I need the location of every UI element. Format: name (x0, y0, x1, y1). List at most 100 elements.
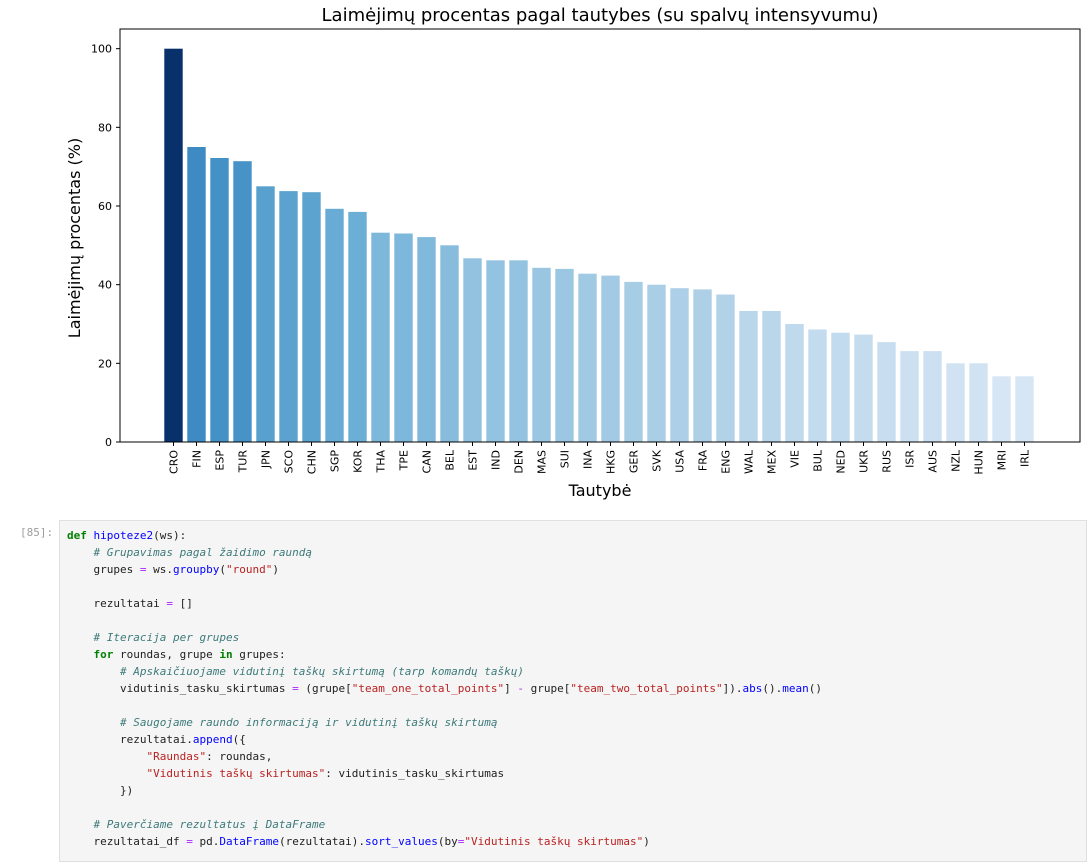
bar-irl (1015, 376, 1034, 442)
code-token: pd. (192, 835, 220, 848)
x-tick-label: SVK (651, 449, 664, 472)
code-token: grupes (67, 563, 140, 576)
code-line: "Raundas": roundas, (67, 748, 822, 765)
bar-ina (578, 273, 597, 442)
bar-bul (808, 329, 827, 442)
bar-jpn (256, 186, 275, 442)
code-token: ] (504, 682, 518, 695)
x-tick-label: TPE (398, 450, 411, 471)
code-token: # Iteracija per grupes (93, 631, 240, 644)
x-tick-label: NZL (950, 449, 963, 472)
code-token: (by (437, 835, 458, 848)
code-token: sort_values (365, 835, 438, 848)
bar-vie (785, 324, 804, 442)
code-token: # Apskaičiuojame vidutinį taškų skirtumą… (119, 665, 524, 678)
x-tick-label: UKR (858, 450, 871, 473)
x-tick-label: TUR (237, 450, 250, 474)
y-tick-label: 100 (91, 43, 112, 56)
x-tick-label: THA (375, 450, 388, 474)
code-token: # Grupavimas pagal žaidimo raundą (93, 546, 313, 559)
x-tick-label: CAN (421, 450, 434, 473)
bar-nzl (946, 363, 965, 442)
x-tick-label: HKG (605, 450, 618, 474)
code-token: # Paverčiame rezultatus į DataFrame (93, 818, 326, 831)
code-line: "Vidutinis taškų skirtumas": vidutinis_t… (67, 765, 822, 782)
code-token: abs (742, 682, 763, 695)
code-token: ({ (232, 733, 246, 746)
code-token: = (292, 682, 299, 695)
code-token: "Vidutinis taškų skirtumas" (464, 835, 644, 848)
code-token: [] (172, 597, 193, 610)
code-token: : vidutinis_tasku_skirtumas (325, 767, 505, 780)
x-tick-label: ISR (904, 450, 917, 468)
code-token: rezultatai_df (67, 835, 187, 848)
code-line: rezultatai.append({ (67, 731, 822, 748)
bar-mri (992, 376, 1011, 442)
x-tick-label: JPN (260, 450, 273, 469)
code-token: grupe[ (523, 682, 571, 695)
x-tick-label: MAS (536, 450, 549, 474)
y-tick-label: 60 (98, 200, 112, 213)
x-tick-label: IRL (1019, 449, 1032, 467)
y-tick-label: 80 (98, 121, 112, 134)
code-line: for roundas, grupe in grupes: (67, 646, 822, 663)
bar-den (509, 260, 528, 442)
bar-wal (739, 311, 758, 442)
bar-sui (555, 268, 574, 442)
code-token: append (192, 733, 233, 746)
x-tick-label: RUS (881, 450, 894, 473)
code-line: # Paverčiame rezultatus į DataFrame (67, 816, 822, 833)
bar-tha (371, 232, 390, 442)
bar-ned (831, 332, 850, 442)
x-tick-label: KOR (352, 450, 365, 473)
code-token: "round" (225, 563, 273, 576)
code-line: vidutinis_tasku_skirtumas = (grupe["team… (67, 680, 822, 697)
code-token: DataFrame (219, 835, 279, 848)
bars-group (164, 48, 1034, 442)
code-line: # Apskaičiuojame vidutinį taškų skirtumą… (67, 663, 822, 680)
code-line: # Saugojame raundo informaciją ir viduti… (67, 714, 822, 731)
code-line: rezultatai = [] (67, 595, 822, 612)
code-token: ( (219, 563, 226, 576)
x-tick-label: ENG (720, 450, 733, 474)
execution-count: [85]: (20, 526, 54, 539)
bar-cro (164, 48, 183, 442)
code-token: # Saugojame raundo informaciją ir viduti… (119, 716, 498, 729)
x-tick-label: VIE (789, 450, 802, 468)
code-line: }) (67, 782, 822, 799)
code-token: grupes: (232, 648, 286, 661)
code-editor[interactable]: def hipoteze2(ws): # Grupavimas pagal ža… (59, 520, 1087, 862)
code-token: ws. (146, 563, 173, 576)
bar-tur (233, 161, 252, 442)
bar-can (417, 237, 436, 442)
bar-sco (279, 191, 298, 442)
x-tick-label: EST (467, 450, 480, 471)
chart-title: Laimėjimų procentas pagal tautybes (su s… (322, 5, 879, 26)
x-tick-label: IND (490, 450, 503, 470)
bar-mas (532, 267, 551, 442)
code-line: # Grupavimas pagal žaidimo raundą (67, 544, 822, 561)
x-tick-label: DEN (513, 450, 526, 474)
code-token: (rezultatai). (278, 835, 366, 848)
code-token: }) (67, 784, 134, 797)
bar-bel (440, 245, 459, 442)
bar-rus (877, 342, 896, 442)
x-axis: CRO FIN ESP TUR JPN SCO CHN SGP KOR THA TPE CAN BEL E… (168, 442, 1032, 475)
code-cell[interactable]: [85]: def hipoteze2(ws): # Grupavimas pa… (0, 516, 1091, 862)
x-tick-label: NED (835, 450, 848, 474)
bar-kor (348, 211, 367, 442)
x-tick-label: FRA (697, 450, 710, 472)
bar-chart: Laimėjimų procentas pagal tautybes (su s… (65, 5, 1081, 500)
bar-fin (187, 147, 206, 442)
x-tick-label: MRI (996, 450, 1009, 470)
code-token: () (808, 682, 823, 695)
